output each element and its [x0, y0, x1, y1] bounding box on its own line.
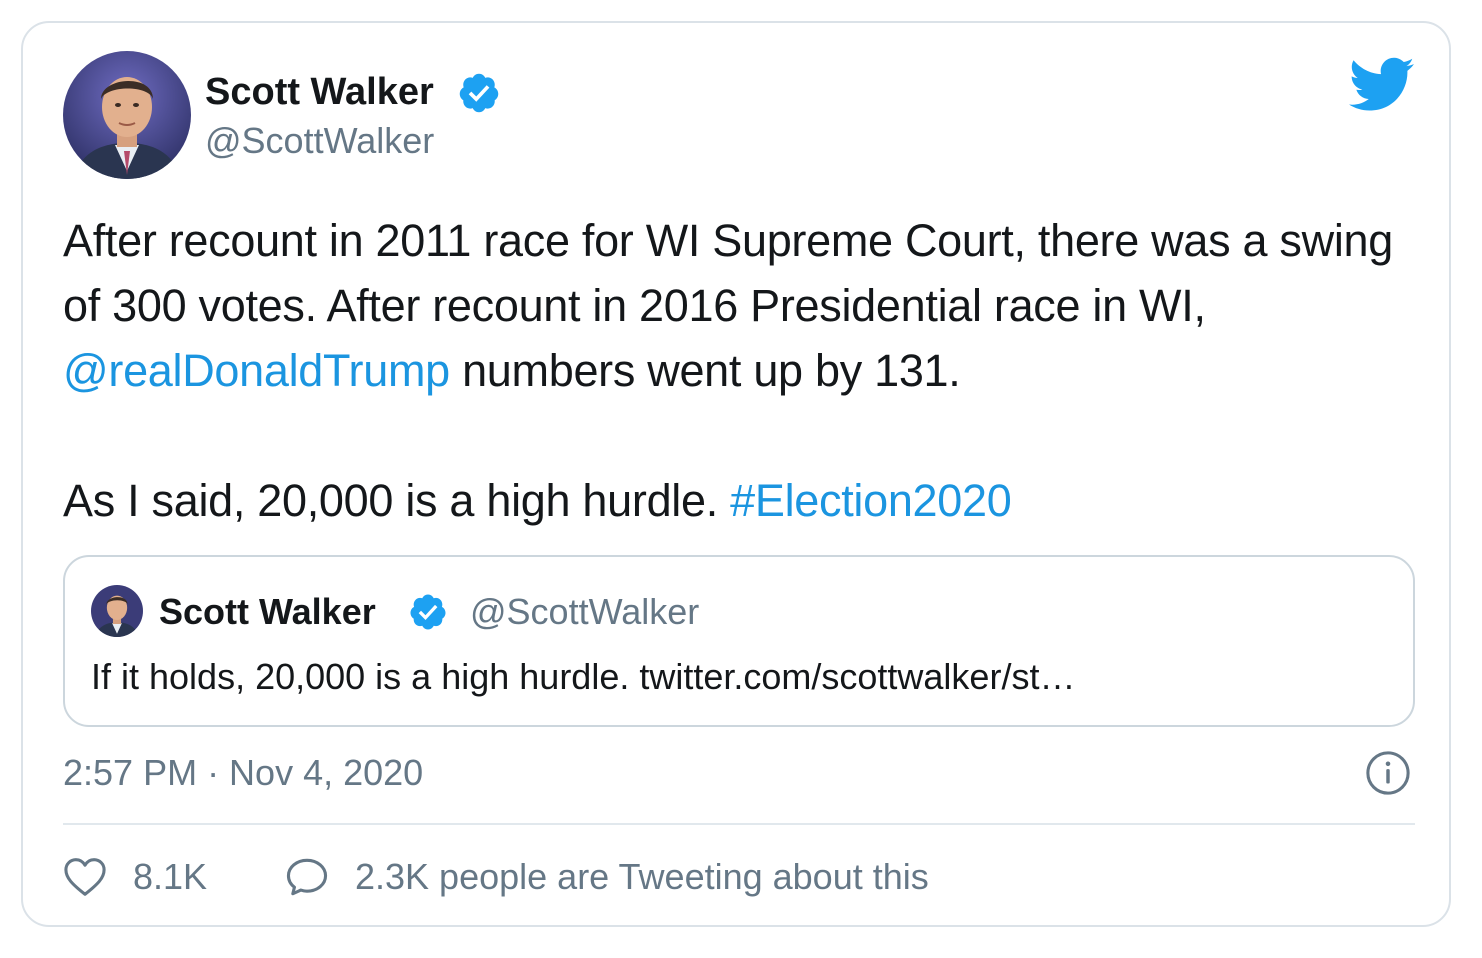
tweet-text: After recount in 2011 race for WI Suprem… [63, 208, 1433, 533]
heart-icon [64, 858, 106, 896]
tweet-text-segment: As I said, 20,000 is a high hurdle. [63, 475, 731, 526]
like-count: 8.1K [133, 856, 208, 897]
tweet-text-segment: numbers went up by 131. [449, 345, 961, 396]
quoted-author-handle: @ScottWalker [470, 591, 700, 632]
like-button[interactable]: 8.1K [63, 855, 207, 899]
author-name[interactable]: Scott Walker [205, 70, 434, 114]
quoted-tweet-text: If it holds, 20,000 is a high hurdle. tw… [91, 656, 1076, 697]
divider [63, 823, 1415, 825]
tweet-text-segment: After recount in 2011 race for WI Suprem… [63, 215, 1393, 331]
tweet-card: Scott Walker @ScottWalker After recount … [21, 21, 1451, 927]
hashtag-link[interactable]: #Election2020 [730, 475, 1012, 526]
verified-badge-icon [410, 594, 446, 630]
mention-link[interactable]: @realDonaldTrump [63, 345, 450, 396]
quoted-tweet[interactable]: Scott Walker @ScottWalker If it holds, 2… [63, 555, 1415, 727]
tweet-paragraph-1: After recount in 2011 race for WI Suprem… [63, 208, 1433, 403]
verified-badge-icon [459, 73, 499, 113]
speech-bubble-icon [286, 858, 328, 896]
quoted-author-name: Scott Walker [159, 591, 376, 632]
conversation-text: 2.3K people are Tweeting about this [355, 856, 929, 897]
author-avatar[interactable] [63, 51, 191, 179]
tweet-timestamp[interactable]: 2:57 PM · Nov 4, 2020 [63, 751, 423, 795]
quoted-author-avatar[interactable] [91, 585, 143, 637]
info-icon[interactable] [1365, 750, 1411, 796]
tweet-paragraph-2: As I said, 20,000 is a high hurdle. #Ele… [63, 468, 1433, 533]
conversation-button[interactable]: 2.3K people are Tweeting about this [285, 855, 929, 899]
twitter-bird-icon[interactable] [1349, 57, 1415, 113]
author-handle[interactable]: @ScottWalker [205, 120, 434, 162]
